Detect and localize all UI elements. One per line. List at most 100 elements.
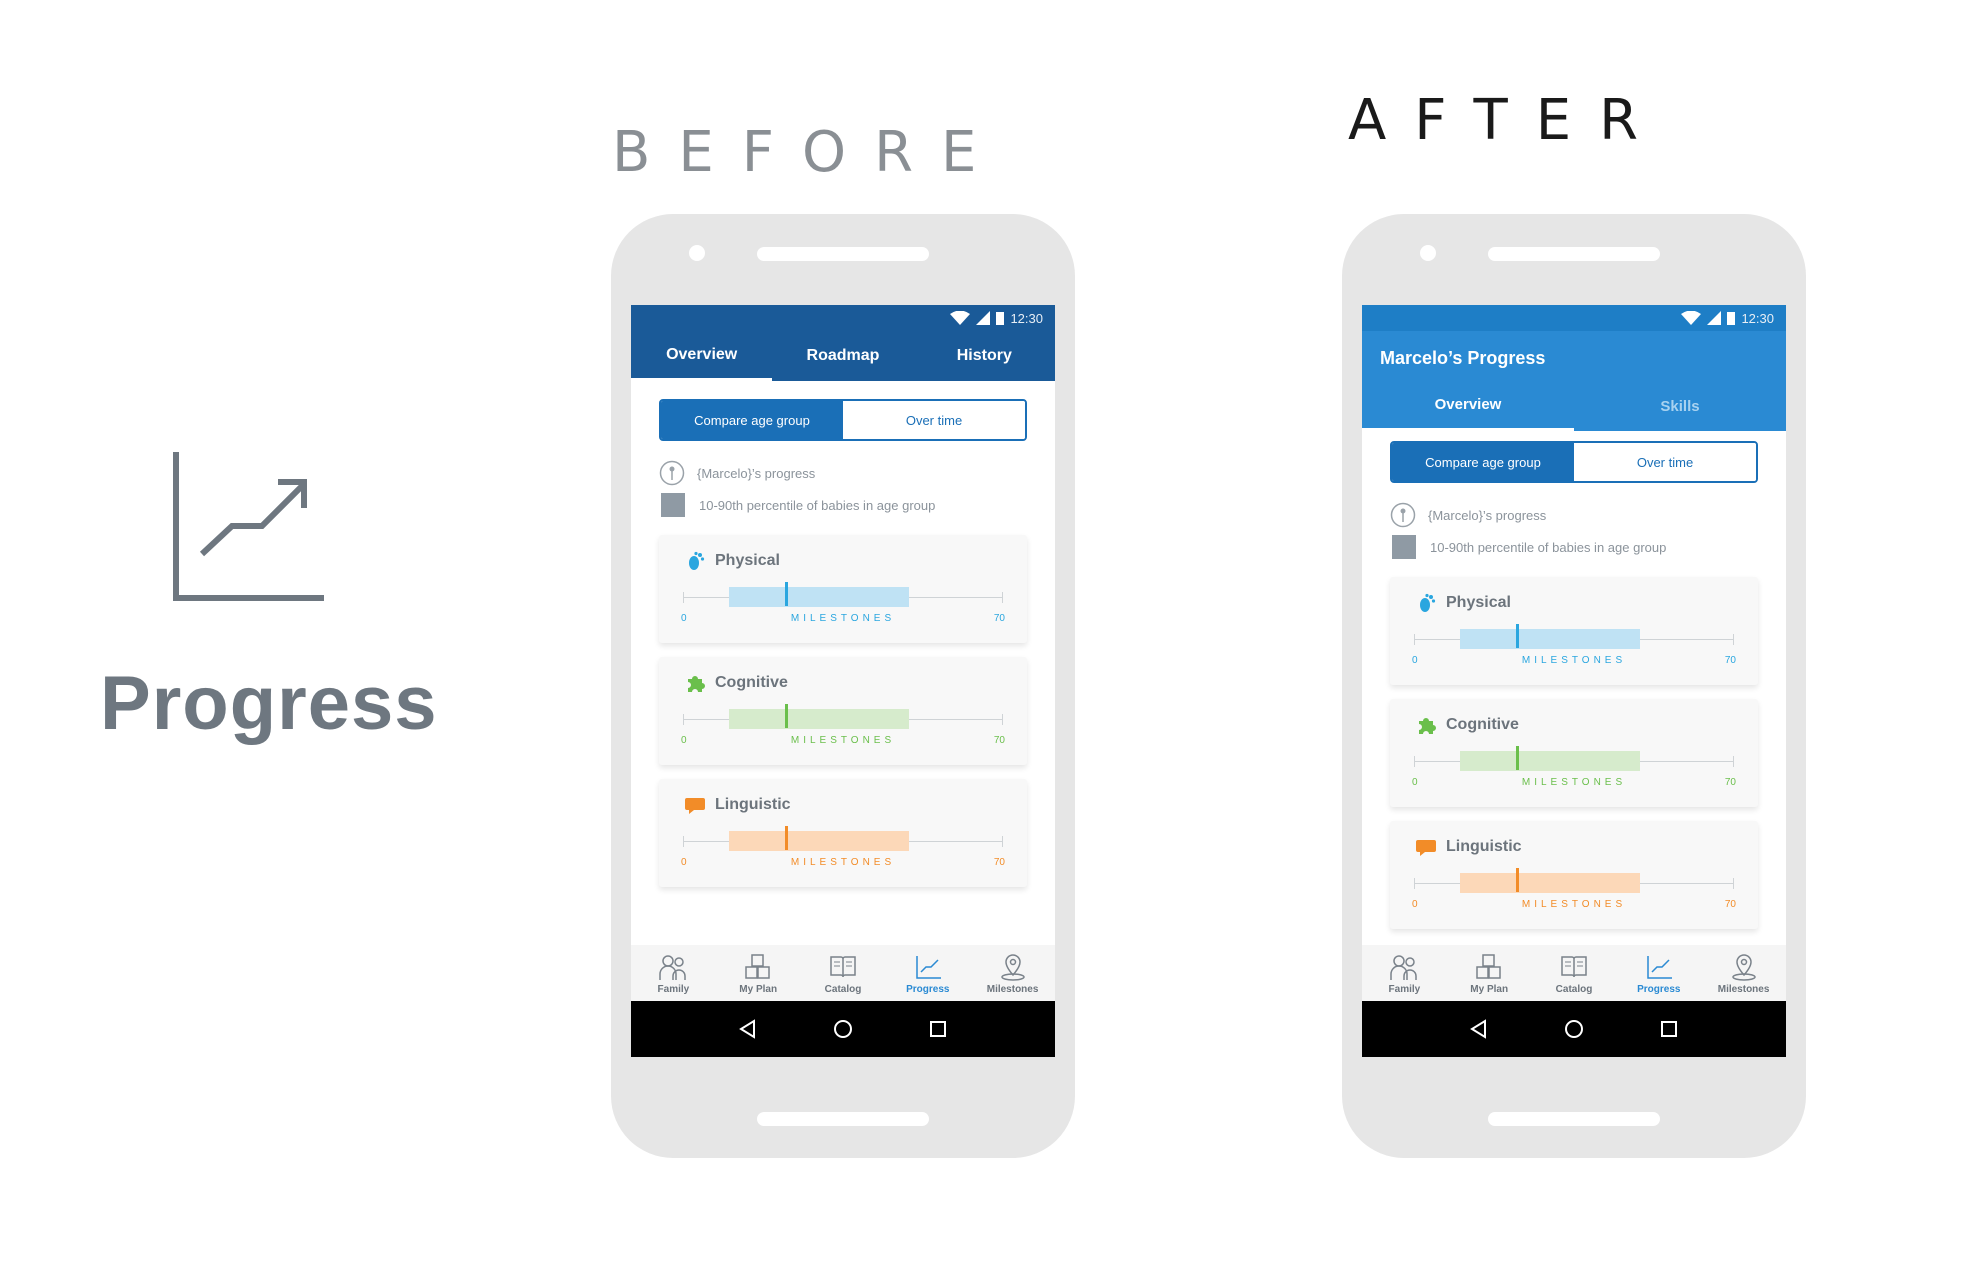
- progress-marker: [785, 826, 789, 850]
- nav-item-catalog[interactable]: Catalog: [1532, 945, 1617, 1001]
- range-max-label: 70: [993, 613, 1005, 624]
- track-start-tick: [683, 592, 684, 603]
- skill-card-physical[interactable]: Physical 0 MILESTONES 70: [1390, 577, 1758, 685]
- back-icon[interactable]: [737, 1018, 759, 1040]
- legend-progress-label: {Marcelo}’s progress: [697, 465, 816, 481]
- milestone-track: 0 MILESTONES 70: [1412, 868, 1736, 910]
- content: Compare age group Over time {Marcelo}’s …: [1362, 431, 1786, 929]
- chart-trend-icon: [173, 452, 324, 601]
- track-start-tick: [1414, 634, 1415, 645]
- recents-icon[interactable]: [1658, 1018, 1680, 1040]
- footprint-icon: [1420, 593, 1436, 612]
- battery-icon: [996, 312, 1005, 325]
- track-end-tick: [1733, 878, 1734, 889]
- range-max-label: 70: [1724, 777, 1736, 788]
- nav-label: Catalog: [824, 984, 862, 995]
- percentile-range: [729, 587, 909, 607]
- nav-label: Milestones: [1717, 984, 1770, 995]
- compare-age-group-button[interactable]: Compare age group: [1392, 443, 1574, 481]
- progress-pin-icon: [1390, 502, 1416, 528]
- legend-progress-label: {Marcelo}’s progress: [1428, 507, 1547, 523]
- compare-age-group-button[interactable]: Compare age group: [661, 401, 843, 439]
- progress-marker: [785, 582, 789, 606]
- percentile-range: [1460, 751, 1640, 771]
- percentile-range: [1460, 629, 1640, 649]
- family-icon: [659, 955, 687, 980]
- card-title: Linguistic: [1416, 837, 1522, 857]
- progress-pin-icon: [659, 460, 685, 486]
- map-pin-icon: [1000, 954, 1025, 981]
- content: Compare age group Over time {Marcelo}’s …: [631, 381, 1055, 887]
- milestone-track: 0 MILESTONES 70: [1412, 746, 1736, 788]
- status-bar: 12:30: [1362, 305, 1786, 331]
- tab-overview[interactable]: Overview: [631, 331, 773, 381]
- nav-item-my-plan[interactable]: My Plan: [716, 945, 801, 1001]
- skill-card-cognitive[interactable]: Cognitive 0 MILESTONES 70: [1390, 699, 1758, 807]
- nav-label: My Plan: [1470, 984, 1509, 995]
- track-start-tick: [1414, 756, 1415, 767]
- back-icon[interactable]: [1468, 1018, 1490, 1040]
- card-title: Linguistic: [685, 795, 791, 815]
- axis-label: MILESTONES: [790, 857, 896, 868]
- tab-history[interactable]: History: [914, 331, 1055, 381]
- home-icon[interactable]: [1563, 1018, 1585, 1040]
- nav-label: Family: [1388, 984, 1421, 995]
- home-icon[interactable]: [832, 1018, 854, 1040]
- compare-toggle: Compare age group Over time: [659, 399, 1027, 441]
- nav-item-progress[interactable]: Progress: [885, 945, 970, 1001]
- phone-before: 12:30 Overview Roadmap History Compare a…: [611, 214, 1075, 1158]
- blocks-icon: [745, 954, 770, 979]
- nav-label: Family: [657, 984, 690, 995]
- percentile-range: [729, 831, 909, 851]
- track-start-tick: [683, 836, 684, 847]
- over-time-button[interactable]: Over time: [843, 401, 1025, 439]
- chart-icon: [916, 956, 941, 979]
- legend-progress: {Marcelo}’s progress: [1390, 499, 1758, 531]
- phone-camera: [689, 245, 705, 261]
- battery-icon: [1727, 312, 1736, 325]
- nav-item-progress[interactable]: Progress: [1616, 945, 1701, 1001]
- tab-roadmap[interactable]: Roadmap: [772, 331, 913, 381]
- phone-home-bar: [1488, 1112, 1660, 1126]
- phone-after: 12:30 Marcelo’s Progress Overview Skills…: [1342, 214, 1806, 1158]
- nav-item-milestones[interactable]: Milestones: [1701, 945, 1786, 1001]
- nav-item-catalog[interactable]: Catalog: [801, 945, 886, 1001]
- tab-skills[interactable]: Skills: [1574, 381, 1786, 431]
- skill-card-linguistic[interactable]: Linguistic 0 MILESTONES 70: [659, 779, 1027, 887]
- after-label: AFTER: [1348, 88, 1667, 153]
- compare-toggle: Compare age group Over time: [1390, 441, 1758, 483]
- tab-bar: Overview Roadmap History: [631, 331, 1055, 381]
- phone-speaker: [1488, 247, 1660, 261]
- axis-label: MILESTONES: [1521, 777, 1627, 788]
- bottom-nav: Family My Plan Catalog Progress Mileston…: [1362, 945, 1786, 1001]
- track-start-tick: [683, 714, 684, 725]
- nav-item-family[interactable]: Family: [1362, 945, 1447, 1001]
- over-time-button[interactable]: Over time: [1574, 443, 1756, 481]
- legend-percentile-label: 10-90th percentile of babies in age grou…: [1430, 539, 1667, 555]
- progress-marker: [785, 704, 789, 728]
- speech-bubble-icon: [1416, 840, 1436, 856]
- system-nav-bar: [631, 1001, 1055, 1057]
- milestone-track: 0 MILESTONES 70: [681, 704, 1005, 746]
- signal-icon: [976, 311, 991, 325]
- tab-overview[interactable]: Overview: [1362, 381, 1574, 431]
- nav-item-family[interactable]: Family: [631, 945, 716, 1001]
- track-end-tick: [1002, 836, 1003, 847]
- book-icon: [1561, 956, 1587, 978]
- skill-card-cognitive[interactable]: Cognitive 0 MILESTONES 70: [659, 657, 1027, 765]
- legend-percentile: 10-90th percentile of babies in age grou…: [659, 489, 1027, 521]
- status-time: 12:30: [1741, 310, 1774, 326]
- card-title: Physical: [685, 551, 780, 571]
- axis-label: MILESTONES: [1521, 655, 1627, 666]
- skill-card-linguistic[interactable]: Linguistic 0 MILESTONES 70: [1390, 821, 1758, 929]
- skill-card-physical[interactable]: Physical 0 MILESTONES 70: [659, 535, 1027, 643]
- axis-label: MILESTONES: [790, 613, 896, 624]
- nav-item-my-plan[interactable]: My Plan: [1447, 945, 1532, 1001]
- nav-item-milestones[interactable]: Milestones: [970, 945, 1055, 1001]
- range-max-label: 70: [1724, 899, 1736, 910]
- recents-icon[interactable]: [927, 1018, 949, 1040]
- page-title: Marcelo’s Progress: [1380, 348, 1546, 368]
- track-end-tick: [1733, 756, 1734, 767]
- legend-progress: {Marcelo}’s progress: [659, 457, 1027, 489]
- card-name: Cognitive: [715, 674, 788, 691]
